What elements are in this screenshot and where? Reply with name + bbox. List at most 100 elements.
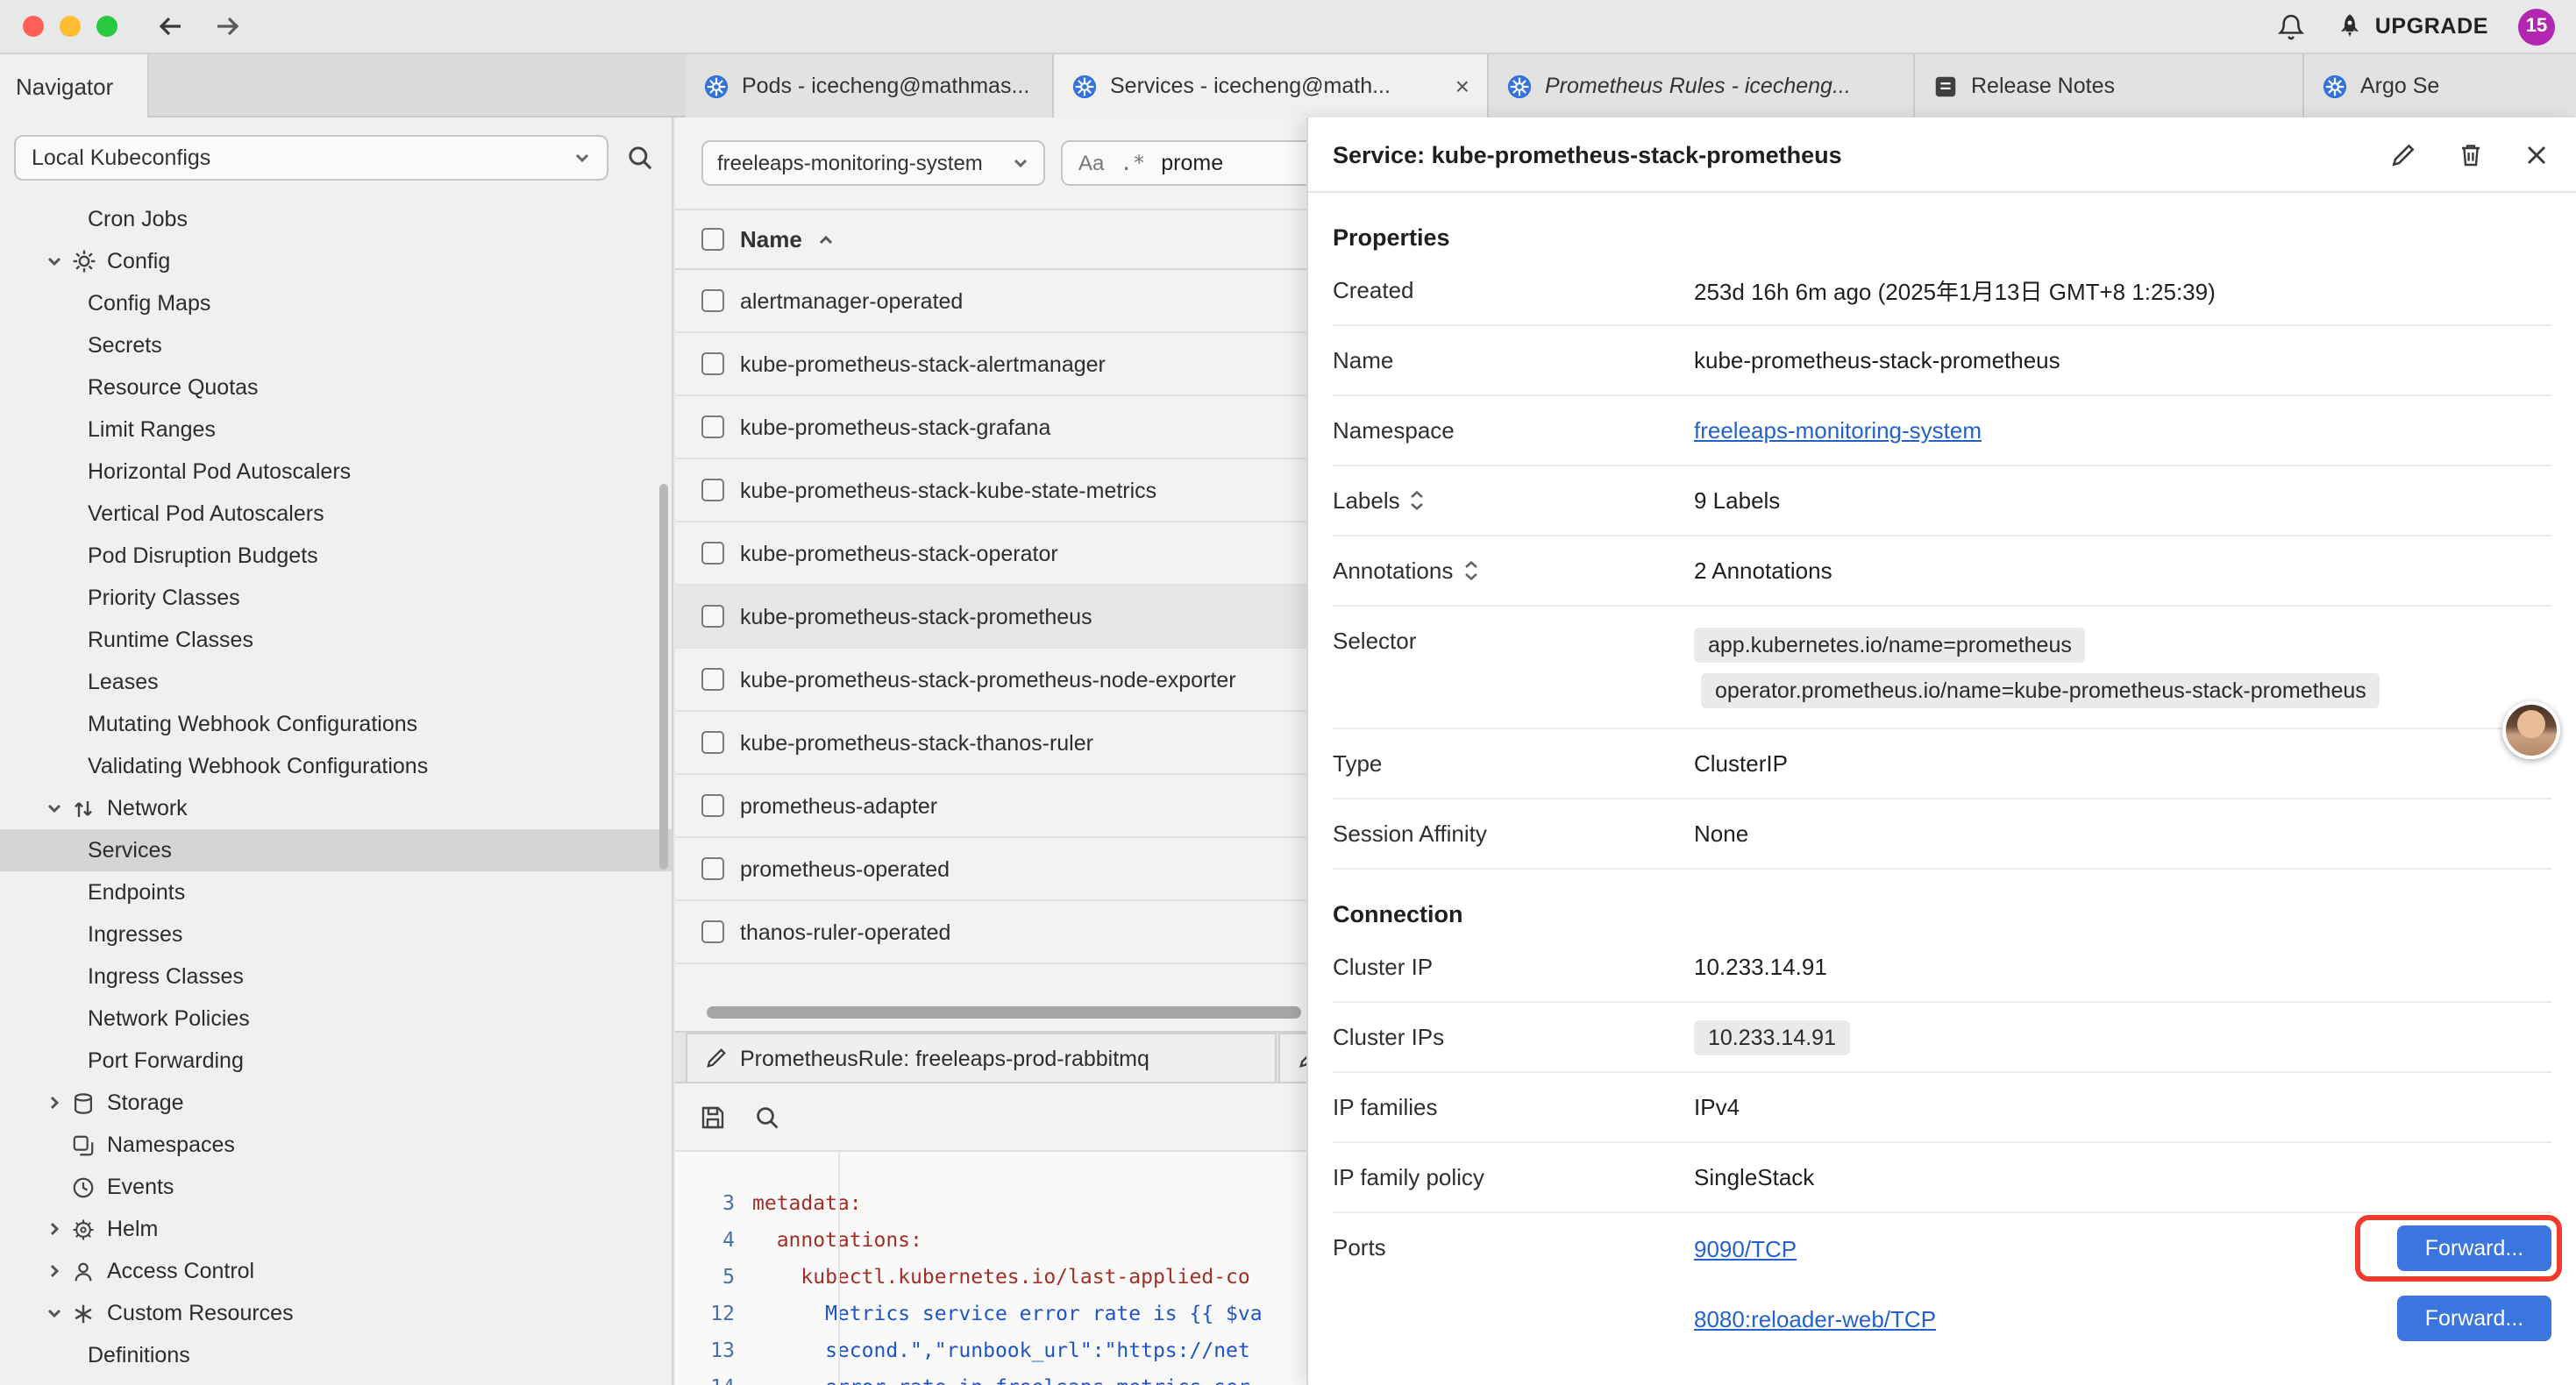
row-checkbox[interactable] <box>701 479 724 501</box>
selector-chip: app.kubernetes.io/name=prometheus <box>1694 627 2086 662</box>
row-checkbox[interactable] <box>701 289 724 312</box>
name-column-header[interactable]: Name <box>740 226 802 252</box>
tab-services[interactable]: Services - icecheng@math... × <box>1054 54 1489 117</box>
sidebar-search-icon[interactable] <box>626 144 654 172</box>
save-icon[interactable] <box>700 1104 726 1130</box>
tab-argo[interactable]: Argo Se <box>2304 54 2576 117</box>
kubeconfig-selector[interactable]: Local Kubeconfigs <box>14 135 608 181</box>
sort-ascending-icon[interactable] <box>818 231 836 248</box>
row-checkbox[interactable] <box>701 794 724 817</box>
tab-pods[interactable]: Pods - icecheng@mathmas... <box>686 54 1054 117</box>
property-row-session-affinity: Session Affinity None <box>1333 799 2551 870</box>
sidebar-item-cron-jobs[interactable]: Cron Jobs <box>0 198 672 240</box>
chevron-right-icon[interactable] <box>46 1262 68 1280</box>
row-checkbox[interactable] <box>701 731 724 754</box>
namespace-link[interactable]: freeleaps-monitoring-system <box>1694 417 1982 444</box>
close-window-button[interactable] <box>23 16 44 37</box>
notification-count-badge[interactable]: 15 <box>2518 8 2555 45</box>
sidebar-item-leases[interactable]: Leases <box>0 661 672 703</box>
sidebar-item-validating-webhook-configurations[interactable]: Validating Webhook Configurations <box>0 745 672 787</box>
editor-tab-prometheusrule[interactable]: PrometheusRule: freeleaps-prod-rabbitmq <box>686 1033 1277 1082</box>
upgrade-button[interactable]: UPGRADE <box>2337 12 2488 40</box>
sidebar-item-pod-disruption-budgets[interactable]: Pod Disruption Budgets <box>0 535 672 577</box>
sidebar-item-resource-quotas[interactable]: Resource Quotas <box>0 366 672 408</box>
forward-port-button[interactable]: Forward... <box>2397 1225 2551 1271</box>
table-row[interactable]: kube-prometheus-stack-kube-state-metrics <box>675 459 1306 522</box>
row-checkbox[interactable] <box>701 605 724 628</box>
chevron-down-icon[interactable] <box>46 252 68 270</box>
edit-icon[interactable] <box>2390 141 2416 167</box>
sidebar-item-namespaces[interactable]: Namespaces <box>0 1124 672 1166</box>
table-row[interactable]: kube-prometheus-stack-alertmanager <box>675 333 1306 396</box>
avatar[interactable] <box>2502 701 2560 759</box>
sidebar-item-runtime-classes[interactable]: Runtime Classes <box>0 619 672 661</box>
sidebar-item-priority-classes[interactable]: Priority Classes <box>0 577 672 619</box>
sidebar-item-config[interactable]: Config <box>0 240 672 282</box>
row-checkbox[interactable] <box>701 668 724 691</box>
row-checkbox[interactable] <box>701 542 724 565</box>
sidebar-item-events[interactable]: Events <box>0 1166 672 1208</box>
table-row-selected[interactable]: kube-prometheus-stack-prometheus <box>675 586 1306 649</box>
notifications-bell-icon[interactable] <box>2277 11 2307 41</box>
horizontal-scrollbar[interactable] <box>707 1006 1301 1019</box>
forward-icon[interactable] <box>214 14 242 39</box>
close-panel-icon[interactable] <box>2525 143 2548 166</box>
sidebar-item-horizontal-pod-autoscalers[interactable]: Horizontal Pod Autoscalers <box>0 451 672 493</box>
sidebar-item-network-policies[interactable]: Network Policies <box>0 998 672 1040</box>
port-link[interactable]: 9090/TCP <box>1694 1235 1797 1261</box>
sidebar-item-helm[interactable]: Helm <box>0 1208 672 1250</box>
table-row[interactable]: kube-prometheus-stack-prometheus-node-ex… <box>675 649 1306 712</box>
editor-tab-partial[interactable] <box>1278 1033 1306 1082</box>
sidebar-item-network[interactable]: Network <box>0 787 672 829</box>
sidebar-item-mutating-webhook-configurations[interactable]: Mutating Webhook Configurations <box>0 703 672 745</box>
row-checkbox[interactable] <box>701 416 724 438</box>
release-notes-icon <box>1932 73 1959 99</box>
sidebar-item-custom-resources[interactable]: Custom Resources <box>0 1292 672 1334</box>
sidebar-item-endpoints[interactable]: Endpoints <box>0 871 672 913</box>
sidebar-item-limit-ranges[interactable]: Limit Ranges <box>0 408 672 451</box>
chevron-down-icon[interactable] <box>46 799 68 817</box>
table-row[interactable]: kube-prometheus-stack-operator <box>675 522 1306 586</box>
sidebar-item-ingress-classes[interactable]: Ingress Classes <box>0 955 672 998</box>
regex-toggle[interactable]: .* <box>1120 151 1145 175</box>
port-link[interactable]: 8080:reloader-web/TCP <box>1694 1305 1936 1332</box>
table-row[interactable]: thanos-ruler-operated <box>675 901 1306 964</box>
sidebar-item-vertical-pod-autoscalers[interactable]: Vertical Pod Autoscalers <box>0 493 672 535</box>
table-row[interactable]: alertmanager-operated <box>675 270 1306 333</box>
sidebar-item-ingresses[interactable]: Ingresses <box>0 913 672 955</box>
list-search-input[interactable]: Aa .* prome <box>1061 140 1306 186</box>
match-case-toggle[interactable]: Aa <box>1078 151 1104 175</box>
chevron-right-icon[interactable] <box>46 1220 68 1238</box>
close-tab-icon[interactable]: × <box>1455 74 1469 98</box>
chevron-right-icon[interactable] <box>46 1094 68 1112</box>
sidebar-item-config-maps[interactable]: Config Maps <box>0 282 672 324</box>
editor-search-icon[interactable] <box>754 1104 780 1130</box>
table-row[interactable]: kube-prometheus-stack-thanos-ruler <box>675 712 1306 775</box>
table-row[interactable]: kube-prometheus-stack-grafana <box>675 396 1306 459</box>
sidebar-scrollbar[interactable] <box>659 484 668 870</box>
sidebar-item-secrets[interactable]: Secrets <box>0 324 672 366</box>
forward-port-button[interactable]: Forward... <box>2397 1296 2551 1341</box>
zoom-window-button[interactable] <box>96 16 117 37</box>
expand-collapse-icon[interactable] <box>1409 489 1427 512</box>
yaml-editor[interactable]: 3metadata: 4 annotations: 5 kubectl.kube… <box>675 1150 1306 1385</box>
tab-prometheus-rules[interactable]: Prometheus Rules - icecheng... <box>1489 54 1915 117</box>
sidebar-item-storage[interactable]: Storage <box>0 1082 672 1124</box>
table-row[interactable]: prometheus-operated <box>675 838 1306 901</box>
table-row[interactable]: prometheus-adapter <box>675 775 1306 838</box>
sidebar-item-services[interactable]: Services <box>0 829 672 871</box>
expand-collapse-icon[interactable] <box>1462 559 1479 582</box>
select-all-checkbox[interactable] <box>701 228 724 251</box>
chevron-down-icon[interactable] <box>46 1304 68 1322</box>
minimize-window-button[interactable] <box>60 16 81 37</box>
delete-trash-icon[interactable] <box>2459 141 2483 167</box>
row-checkbox[interactable] <box>701 352 724 375</box>
sidebar-item-definitions[interactable]: Definitions <box>0 1334 672 1376</box>
row-checkbox[interactable] <box>701 920 724 943</box>
tab-release-notes[interactable]: Release Notes <box>1915 54 2304 117</box>
sidebar-item-access-control[interactable]: Access Control <box>0 1250 672 1292</box>
sidebar-item-port-forwarding[interactable]: Port Forwarding <box>0 1040 672 1082</box>
namespace-filter-dropdown[interactable]: freeleaps-monitoring-system <box>701 140 1045 186</box>
back-icon[interactable] <box>156 14 184 39</box>
row-checkbox[interactable] <box>701 857 724 880</box>
